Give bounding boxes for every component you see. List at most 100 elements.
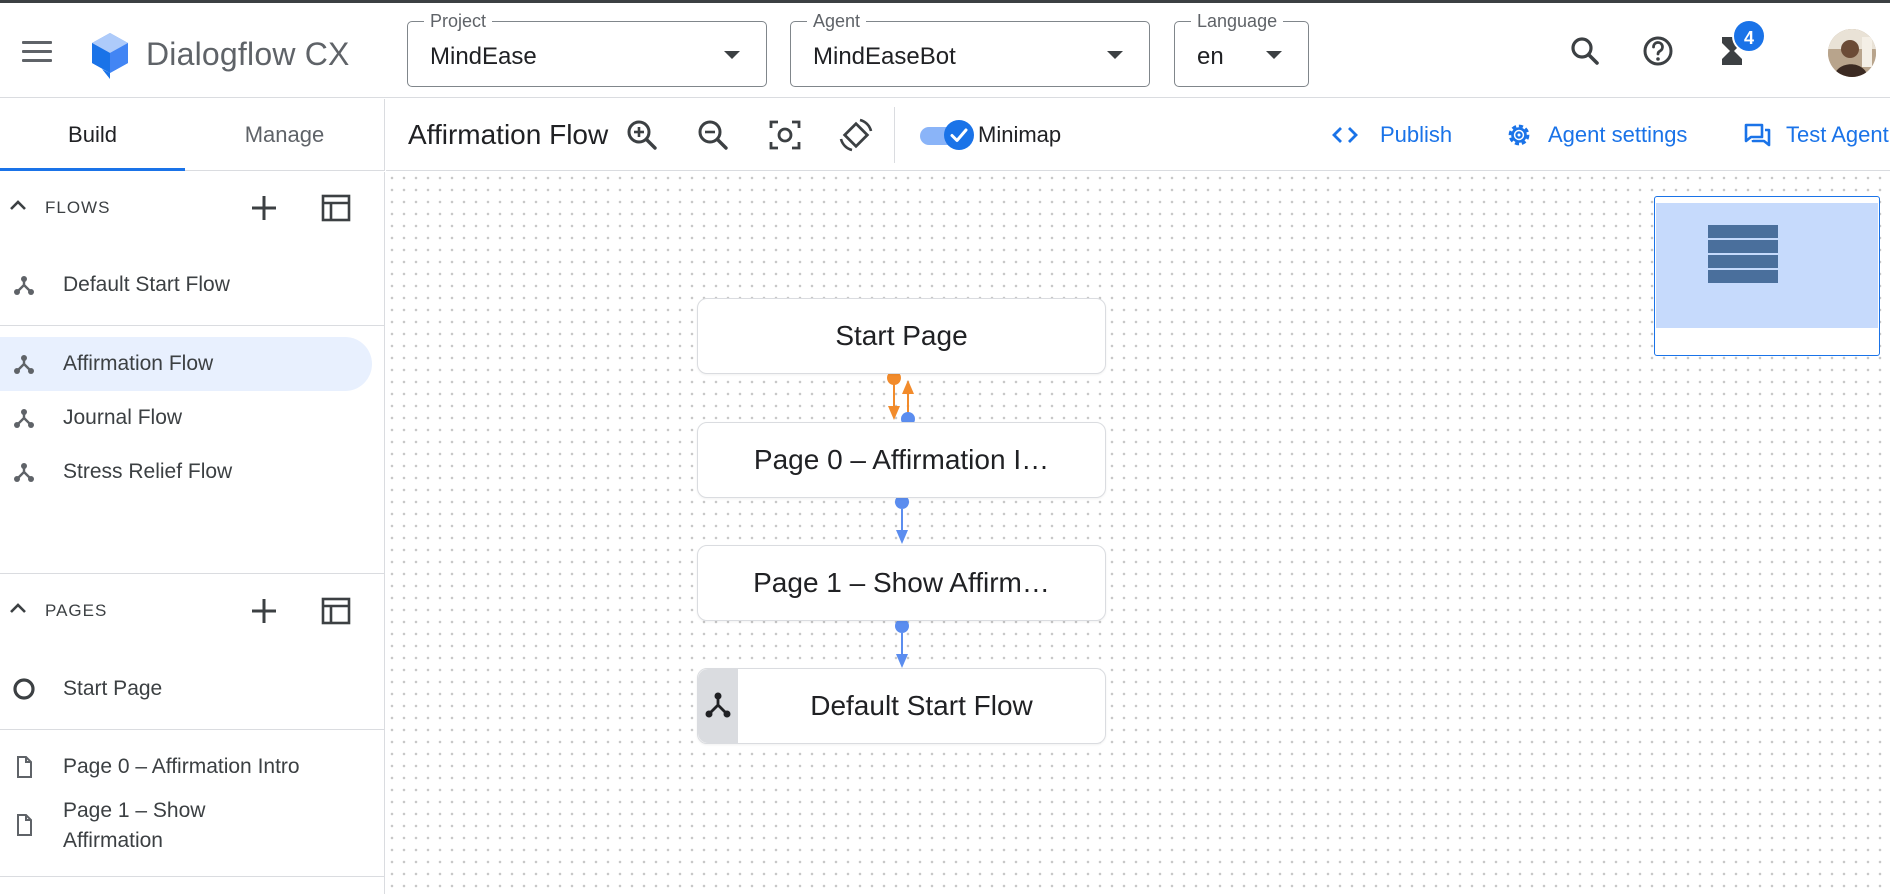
flow-icon — [705, 692, 731, 718]
page-item-label: Start Page — [63, 677, 163, 700]
divider — [0, 573, 385, 574]
arrow-head — [896, 530, 908, 544]
flow-toolbar: Affirmation Flow Minimap Publish Agent s… — [386, 99, 1890, 171]
flow-item-stress-relief-flow[interactable]: Stress Relief Flow — [0, 445, 372, 499]
node-label: Start Page — [835, 320, 968, 351]
page-item-label: Page 0 – Affirmation Intro — [63, 755, 300, 778]
arrow-head — [888, 406, 900, 420]
flow-item-label: Affirmation Flow — [63, 352, 214, 375]
add-icon[interactable] — [246, 593, 282, 629]
sidebar: FLOWS Default Start Flow Affirmation Flo… — [0, 172, 385, 894]
flow-item-affirmation-flow[interactable]: Affirmation Flow — [0, 337, 372, 391]
minimap-node — [1708, 270, 1778, 283]
flow-icon — [14, 355, 34, 374]
main-menu-icon[interactable] — [22, 41, 52, 65]
chevron-down-icon — [1266, 51, 1282, 59]
language-select-label: Language — [1191, 11, 1284, 32]
flow-item-journal-flow[interactable]: Journal Flow — [0, 391, 372, 445]
agent-select-label: Agent — [807, 11, 867, 32]
user-avatar-icon — [1828, 29, 1876, 77]
flow-canvas[interactable]: Start Page Page 0 – Affirmation I… Page … — [386, 172, 1890, 894]
arrow-head — [902, 380, 914, 394]
minimap-node — [1708, 225, 1778, 238]
divider — [0, 325, 385, 326]
check-icon — [950, 128, 968, 142]
flows-section-header: FLOWS — [0, 172, 385, 242]
flow-item-label: Stress Relief Flow — [63, 460, 233, 483]
minimap-node — [1708, 255, 1778, 268]
edge-handle — [895, 619, 909, 633]
flow-icon — [14, 409, 34, 428]
flow-item-label: Default Start Flow — [63, 273, 230, 296]
publish-button[interactable]: Publish — [1330, 113, 1452, 157]
add-icon[interactable] — [246, 190, 282, 226]
table-view-icon[interactable] — [318, 593, 354, 629]
flow-ref-strip — [698, 669, 738, 743]
page-item-page-0[interactable]: Page 0 – Affirmation Intro — [0, 740, 372, 794]
avatar[interactable] — [1828, 29, 1876, 77]
minimap-node — [1708, 240, 1778, 253]
project-select-label: Project — [424, 11, 493, 32]
node-label: Default Start Flow — [810, 690, 1033, 721]
project-select-value: MindEase — [430, 43, 537, 70]
page-item-page-1[interactable]: Page 1 – Show Affirmation — [0, 790, 372, 860]
node-label: Page 1 – Show Affirm… — [753, 567, 1050, 598]
agent-settings-label: Agent settings — [1548, 122, 1688, 147]
notification-badge: 4 — [1732, 19, 1766, 53]
search-icon[interactable] — [1565, 31, 1605, 71]
product-name: Dialogflow CX — [146, 36, 350, 72]
flow-title: Affirmation Flow — [408, 119, 609, 150]
zoom-out-icon[interactable] — [693, 115, 733, 155]
tab-manage[interactable]: Manage — [192, 99, 377, 171]
language-select-value: en — [1197, 43, 1224, 70]
node-default-start-flow[interactable]: Default Start Flow — [697, 668, 1106, 744]
toggle-knob — [944, 120, 974, 150]
page-document-icon — [17, 756, 32, 778]
minimap-nodes — [1708, 225, 1778, 285]
reset-layout-icon[interactable] — [836, 115, 876, 155]
table-view-icon[interactable] — [318, 190, 354, 226]
divider — [0, 876, 385, 877]
agent-select[interactable]: Agent MindEaseBot — [790, 11, 1150, 87]
node-page-0[interactable]: Page 0 – Affirmation I… — [697, 422, 1106, 498]
flow-item-label: Journal Flow — [63, 406, 183, 429]
chat-icon — [1744, 123, 1771, 147]
test-agent-label: Test Agent — [1786, 122, 1889, 147]
test-agent-button[interactable]: Test Agent — [1742, 113, 1889, 157]
fit-to-screen-icon[interactable] — [765, 115, 805, 155]
chevron-down-icon — [1107, 51, 1123, 59]
page-item-label: Page 1 – Show Affirmation — [63, 799, 206, 852]
minimap-label: Minimap — [978, 122, 1062, 147]
agent-settings-button[interactable]: Agent settings — [1504, 113, 1687, 157]
dialogflow-logo-icon — [92, 33, 128, 79]
node-page-1[interactable]: Page 1 – Show Affirm… — [697, 545, 1106, 621]
tab-build[interactable]: Build — [0, 99, 185, 171]
code-icon — [1332, 127, 1358, 143]
gear-icon — [1508, 124, 1530, 146]
start-page-circle-icon — [13, 678, 35, 700]
flow-icon — [14, 276, 34, 295]
agent-select-value: MindEaseBot — [813, 43, 956, 70]
minimap[interactable] — [1654, 196, 1880, 356]
project-select[interactable]: Project MindEase — [407, 11, 767, 87]
toolbar-divider — [894, 107, 895, 163]
flows-title: FLOWS — [45, 198, 111, 217]
page-item-start-page[interactable]: Start Page — [0, 662, 372, 716]
flow-icon — [14, 463, 34, 482]
publish-label: Publish — [1380, 122, 1453, 147]
node-label: Page 0 – Affirmation I… — [753, 444, 1050, 475]
language-select[interactable]: Language en — [1174, 11, 1309, 87]
chevron-up-icon[interactable] — [8, 198, 28, 212]
zoom-in-icon[interactable] — [622, 115, 662, 155]
flow-item-default-start-flow[interactable]: Default Start Flow — [0, 258, 372, 312]
pages-section-header: PAGES — [0, 575, 385, 645]
minimap-toggle[interactable] — [918, 119, 974, 151]
help-icon[interactable] — [1638, 31, 1678, 71]
top-app-bar: Dialogflow CX Project MindEase Agent Min… — [0, 0, 1890, 98]
arrow-head — [896, 654, 908, 668]
chevron-up-icon[interactable] — [8, 601, 28, 615]
chevron-down-icon — [724, 51, 740, 59]
minimap-viewport[interactable] — [1656, 203, 1878, 328]
sidebar-tabs: Build Manage — [0, 99, 385, 171]
node-start-page[interactable]: Start Page — [697, 298, 1106, 374]
